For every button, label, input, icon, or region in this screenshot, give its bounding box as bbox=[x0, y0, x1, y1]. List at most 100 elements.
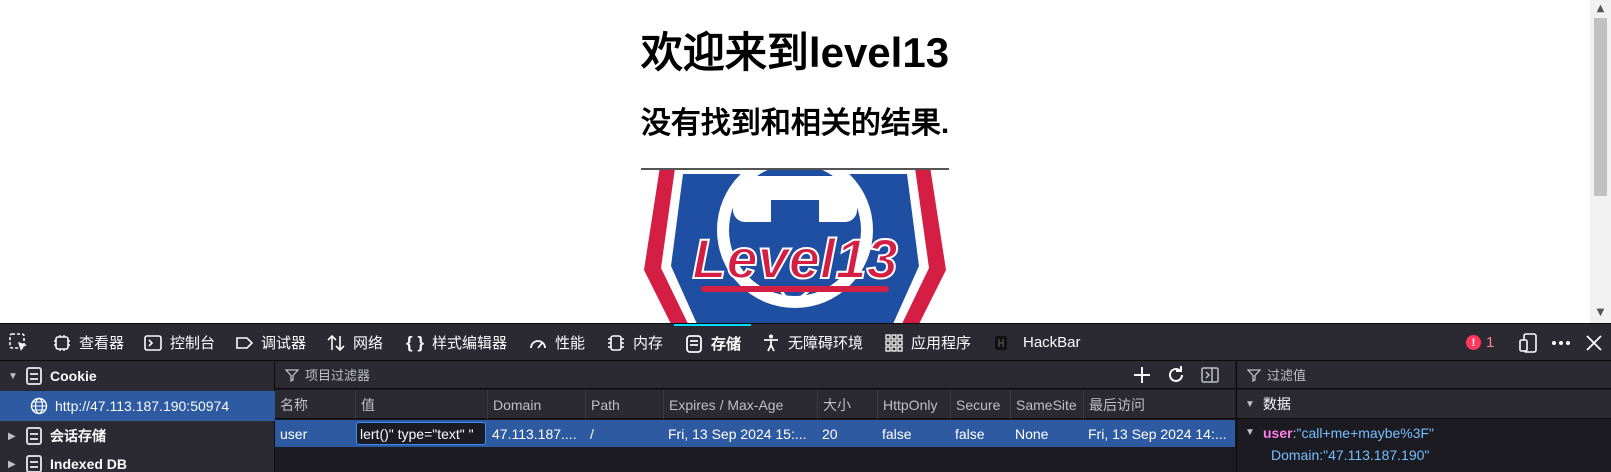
cookie-value-editor[interactable]: lert()" type="text" " bbox=[356, 422, 486, 445]
storage-icon bbox=[686, 334, 702, 353]
page-scrollbar[interactable]: ▲ ▼ bbox=[1590, 0, 1611, 323]
tab-label: 无障碍环境 bbox=[788, 335, 864, 352]
sidebar-item-label: Cookie bbox=[50, 368, 97, 384]
error-count-badge[interactable]: ! 1 bbox=[1466, 324, 1494, 361]
sidebar-item-host[interactable]: http://47.113.187.190:50974 bbox=[0, 391, 275, 421]
scroll-up-icon[interactable]: ▲ bbox=[1590, 2, 1611, 16]
column-header[interactable]: Path bbox=[585, 390, 663, 419]
tab-label: 内存 bbox=[633, 335, 664, 352]
error-count: 1 bbox=[1486, 334, 1495, 351]
chevron-down-icon[interactable]: ▼ bbox=[8, 371, 18, 382]
sidebar-item-cookie[interactable]: ▼ Cookie bbox=[0, 361, 275, 391]
tab-memory[interactable]: 内存 bbox=[606, 324, 663, 361]
scroll-down-icon[interactable]: ▼ bbox=[1590, 306, 1611, 320]
detail-value: "47.113.187.190" bbox=[1323, 447, 1430, 463]
devtools-toolbar: 查看器 控制台 调试器 网络 { } 样式编辑器 性能 内存 存储 无障碍环境 … bbox=[0, 323, 1611, 361]
tab-label: HackBar bbox=[1023, 334, 1081, 351]
more-options-icon[interactable] bbox=[1550, 332, 1572, 354]
sidebar-item-label: http://47.113.187.190:50974 bbox=[55, 398, 230, 414]
storage-icon bbox=[26, 455, 42, 472]
tab-inspector[interactable]: 查看器 bbox=[52, 324, 124, 361]
cookie-name-cell[interactable]: user bbox=[275, 420, 355, 447]
debugger-icon bbox=[236, 336, 254, 349]
tab-label: 应用程序 bbox=[911, 335, 972, 352]
page-heading: 欢迎来到level13 bbox=[640, 29, 950, 76]
cookie-table-panel: 项目过滤器 名称 值 Domain Path Expires / Max-Age… bbox=[275, 361, 1235, 472]
table-row[interactable]: user lert()" type="text" " 47.113.187...… bbox=[275, 420, 1235, 447]
chevron-down-icon[interactable]: ▼ bbox=[1245, 399, 1255, 410]
tab-label: 存储 bbox=[711, 336, 742, 353]
details-section-header[interactable]: ▼ 数据 bbox=[1237, 390, 1611, 419]
close-icon[interactable] bbox=[1583, 332, 1605, 354]
cookie-path-cell[interactable]: / bbox=[585, 420, 663, 447]
chevron-down-icon[interactable]: ▼ bbox=[1245, 427, 1255, 438]
value-filter-input[interactable]: 过滤值 bbox=[1267, 365, 1306, 384]
cookie-last-accessed-cell[interactable]: Fri, 13 Sep 2024 14:... bbox=[1083, 420, 1235, 447]
cookie-size-cell[interactable]: 20 bbox=[817, 420, 877, 447]
column-header[interactable]: SameSite bbox=[1010, 390, 1083, 419]
table-filter-bar: 项目过滤器 bbox=[275, 361, 1235, 389]
cookie-httponly-cell[interactable]: false bbox=[877, 420, 950, 447]
scrollbar-thumb[interactable] bbox=[1594, 18, 1607, 196]
detail-key: Domain bbox=[1271, 447, 1320, 463]
application-icon bbox=[885, 333, 903, 352]
table-header: 名称 值 Domain Path Expires / Max-Age 大小 Ht… bbox=[275, 390, 1235, 419]
toggle-sidebar-icon[interactable] bbox=[1199, 364, 1221, 386]
tab-accessibility[interactable]: 无障碍环境 bbox=[761, 324, 863, 361]
cookie-secure-cell[interactable]: false bbox=[950, 420, 1010, 447]
cookie-samesite-cell[interactable]: None bbox=[1010, 420, 1083, 447]
tab-network[interactable]: 网络 bbox=[326, 324, 383, 361]
tab-hackbar[interactable]: HackBar bbox=[991, 324, 1081, 361]
responsive-design-icon[interactable] bbox=[1518, 332, 1540, 354]
globe-icon bbox=[30, 397, 48, 415]
console-icon bbox=[144, 334, 162, 351]
section-title: 数据 bbox=[1262, 396, 1291, 412]
level13-logo-image: Level13 bbox=[644, 170, 946, 323]
devtools-panel: 查看器 控制台 调试器 网络 { } 样式编辑器 性能 内存 存储 无障碍环境 … bbox=[0, 323, 1611, 472]
sidebar-item-indexed-db[interactable]: ▶ Indexed DB bbox=[0, 449, 275, 472]
tab-performance[interactable]: 性能 bbox=[528, 324, 585, 361]
column-header[interactable]: 大小 bbox=[817, 390, 877, 419]
sidebar-item-label: Indexed DB bbox=[50, 456, 128, 472]
column-header[interactable]: 值 bbox=[355, 390, 487, 419]
tab-label: 调试器 bbox=[261, 335, 307, 352]
cookie-details-panel: 过滤值 ▼ 数据 ▼ user:"call+me+maybe%3F" Domai… bbox=[1236, 361, 1611, 472]
column-header[interactable]: 名称 bbox=[275, 390, 355, 419]
storage-icon bbox=[26, 367, 42, 385]
network-icon bbox=[327, 334, 345, 351]
chevron-right-icon[interactable]: ▶ bbox=[8, 459, 18, 470]
refresh-icon[interactable] bbox=[1165, 364, 1187, 386]
tab-label: 控制台 bbox=[170, 335, 216, 352]
column-header[interactable]: Domain bbox=[487, 390, 585, 419]
filter-icon bbox=[1247, 368, 1261, 382]
chevron-right-icon[interactable]: ▶ bbox=[8, 431, 18, 442]
item-filter-input[interactable]: 项目过滤器 bbox=[305, 365, 370, 384]
column-header[interactable]: 最后访问 bbox=[1083, 390, 1235, 419]
column-header[interactable]: HttpOnly bbox=[877, 390, 950, 419]
element-picker-icon[interactable] bbox=[8, 332, 30, 354]
detail-entry-domain[interactable]: Domain:"47.113.187.190" bbox=[1271, 447, 1429, 463]
tab-label: 样式编辑器 bbox=[432, 335, 508, 352]
detail-entry-user[interactable]: user:"call+me+maybe%3F" bbox=[1263, 425, 1434, 441]
sidebar-item-session-storage[interactable]: ▶ 会话存储 bbox=[0, 421, 275, 451]
column-header[interactable]: Secure bbox=[950, 390, 1010, 419]
tab-style-editor[interactable]: { } 样式编辑器 bbox=[405, 324, 507, 361]
storage-icon bbox=[26, 427, 42, 445]
browser-window: 欢迎来到level13 没有找到和相关的结果. Level13 ▲ ▼ 查看器 … bbox=[0, 0, 1611, 472]
logo-wordmark: Level13 bbox=[692, 227, 898, 290]
filter-icon bbox=[285, 368, 299, 382]
tab-console[interactable]: 控制台 bbox=[143, 324, 215, 361]
search-result-message: 没有找到和相关的结果. bbox=[640, 107, 950, 140]
cookie-expires-cell[interactable]: Fri, 13 Sep 2024 15:... bbox=[663, 420, 817, 447]
tab-storage[interactable]: 存储 bbox=[674, 324, 751, 361]
add-item-icon[interactable] bbox=[1131, 364, 1153, 386]
style-editor-icon: { } bbox=[406, 332, 424, 352]
column-header[interactable]: Expires / Max-Age bbox=[663, 390, 817, 419]
detail-key: user bbox=[1263, 425, 1293, 441]
tab-debugger[interactable]: 调试器 bbox=[234, 324, 306, 361]
memory-icon bbox=[608, 334, 624, 351]
tab-application[interactable]: 应用程序 bbox=[884, 324, 971, 361]
details-filter-bar: 过滤值 bbox=[1237, 361, 1611, 389]
cookie-domain-cell[interactable]: 47.113.187.... bbox=[487, 420, 585, 447]
accessibility-icon bbox=[764, 334, 778, 351]
